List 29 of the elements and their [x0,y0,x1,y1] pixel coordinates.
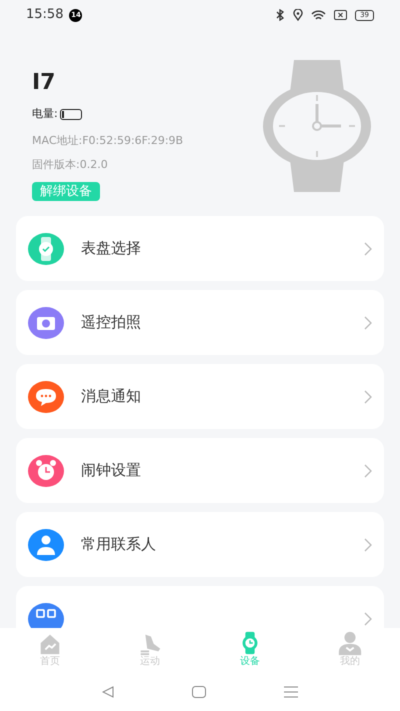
menu-label: 表盘选择 [81,238,142,260]
menu-item[interactable]: 消息通知 [16,364,384,429]
menu-item[interactable]: 表盘选择 [16,216,384,281]
home-button-icon[interactable] [192,686,206,698]
menu-item[interactable]: 闹钟设置 [16,438,384,503]
device-name: I7 [32,70,56,96]
menu-item[interactable]: 常用联系人 [16,512,384,577]
bluetooth-icon [275,9,286,21]
chevron-right-icon [364,612,372,626]
menu-label: 消息通知 [81,386,142,408]
menu-icon[interactable] [284,686,298,698]
chevron-right-icon [364,316,372,330]
battery-label: 电量: [32,106,58,122]
menu-item[interactable]: 遥控拍照 [16,290,384,355]
firmware-version: 固件版本:0.2.0 [32,157,109,173]
menu-label: 闹钟设置 [81,460,142,482]
sim-icon [334,10,348,20]
chevron-right-icon [364,464,372,478]
location-icon [293,9,304,21]
back-icon[interactable] [102,686,114,698]
mac-address: MAC地址:F0:52:59:6F:29:9B [32,132,184,148]
device-battery-icon [60,108,82,120]
chevron-right-icon [364,538,372,552]
menu-label: 常用联系人 [81,534,157,556]
chevron-right-icon [364,242,372,256]
chevron-right-icon [364,390,372,404]
status-time: 15:58 [26,6,64,24]
menu-label: 遥控拍照 [81,312,142,334]
wifi-icon [311,10,326,20]
